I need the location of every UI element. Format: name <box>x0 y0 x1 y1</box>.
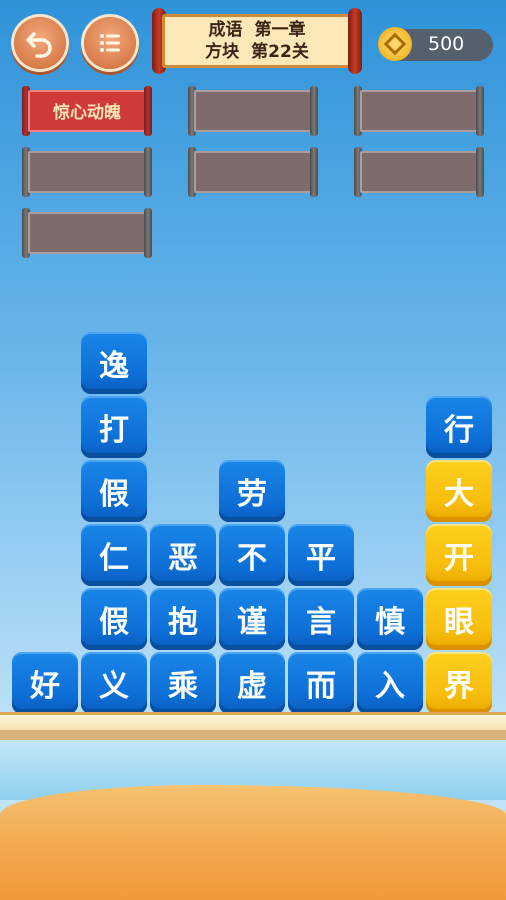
character-tile[interactable]: 义 <box>81 652 147 714</box>
character-tile[interactable]: 仁 <box>81 524 147 586</box>
answer-slot: 惊心动魄 <box>22 86 152 136</box>
character-tile[interactable]: 谨 <box>219 588 285 650</box>
character-tile[interactable]: 界 <box>426 652 492 714</box>
scroll-rod-right <box>348 8 362 74</box>
character-tile[interactable]: 入 <box>357 652 423 714</box>
answer-text: 惊心动魄 <box>53 103 121 123</box>
character-tile[interactable]: 虚 <box>219 652 285 714</box>
answer-slot <box>354 147 484 197</box>
tile-shelf <box>0 712 506 740</box>
character-tile[interactable]: 恶 <box>150 524 216 586</box>
character-tile[interactable]: 大 <box>426 460 492 522</box>
character-tile[interactable]: 假 <box>81 588 147 650</box>
character-tile[interactable]: 平 <box>288 524 354 586</box>
coin-counter[interactable]: 500 <box>378 27 493 61</box>
character-tile[interactable]: 好 <box>12 652 78 714</box>
answer-slot <box>22 147 152 197</box>
answer-slot <box>354 86 484 136</box>
level-type: 方块 <box>205 42 240 62</box>
answer-slot <box>22 208 152 258</box>
answer-slot <box>188 86 318 136</box>
level-mode: 成语 <box>208 20 243 40</box>
character-tile[interactable]: 不 <box>219 524 285 586</box>
character-tile[interactable]: 抱 <box>150 588 216 650</box>
character-tile[interactable]: 开 <box>426 524 492 586</box>
character-tile[interactable]: 而 <box>288 652 354 714</box>
level-title: 成语 第一章 方块 第22关 <box>162 14 352 68</box>
character-tile[interactable]: 慎 <box>357 588 423 650</box>
character-tile[interactable]: 眼 <box>426 588 492 650</box>
coin-value: 500 <box>428 33 465 55</box>
chapter-label: 第一章 <box>254 20 306 40</box>
character-tile[interactable]: 乘 <box>150 652 216 714</box>
character-tile[interactable]: 言 <box>288 588 354 650</box>
character-tile[interactable]: 打 <box>81 396 147 458</box>
character-tile[interactable]: 劳 <box>219 460 285 522</box>
sand-background <box>0 785 506 900</box>
character-tile[interactable]: 行 <box>426 396 492 458</box>
undo-arrow-icon <box>26 32 52 58</box>
coin-icon <box>378 27 412 61</box>
answer-slot <box>188 147 318 197</box>
level-number: 第22关 <box>251 42 309 62</box>
back-button[interactable] <box>14 17 66 69</box>
character-tile[interactable]: 假 <box>81 460 147 522</box>
level-title-scroll: 成语 第一章 方块 第22关 <box>152 8 362 74</box>
menu-list-icon <box>100 34 120 52</box>
character-tile[interactable]: 逸 <box>81 332 147 394</box>
menu-button[interactable] <box>84 17 136 69</box>
